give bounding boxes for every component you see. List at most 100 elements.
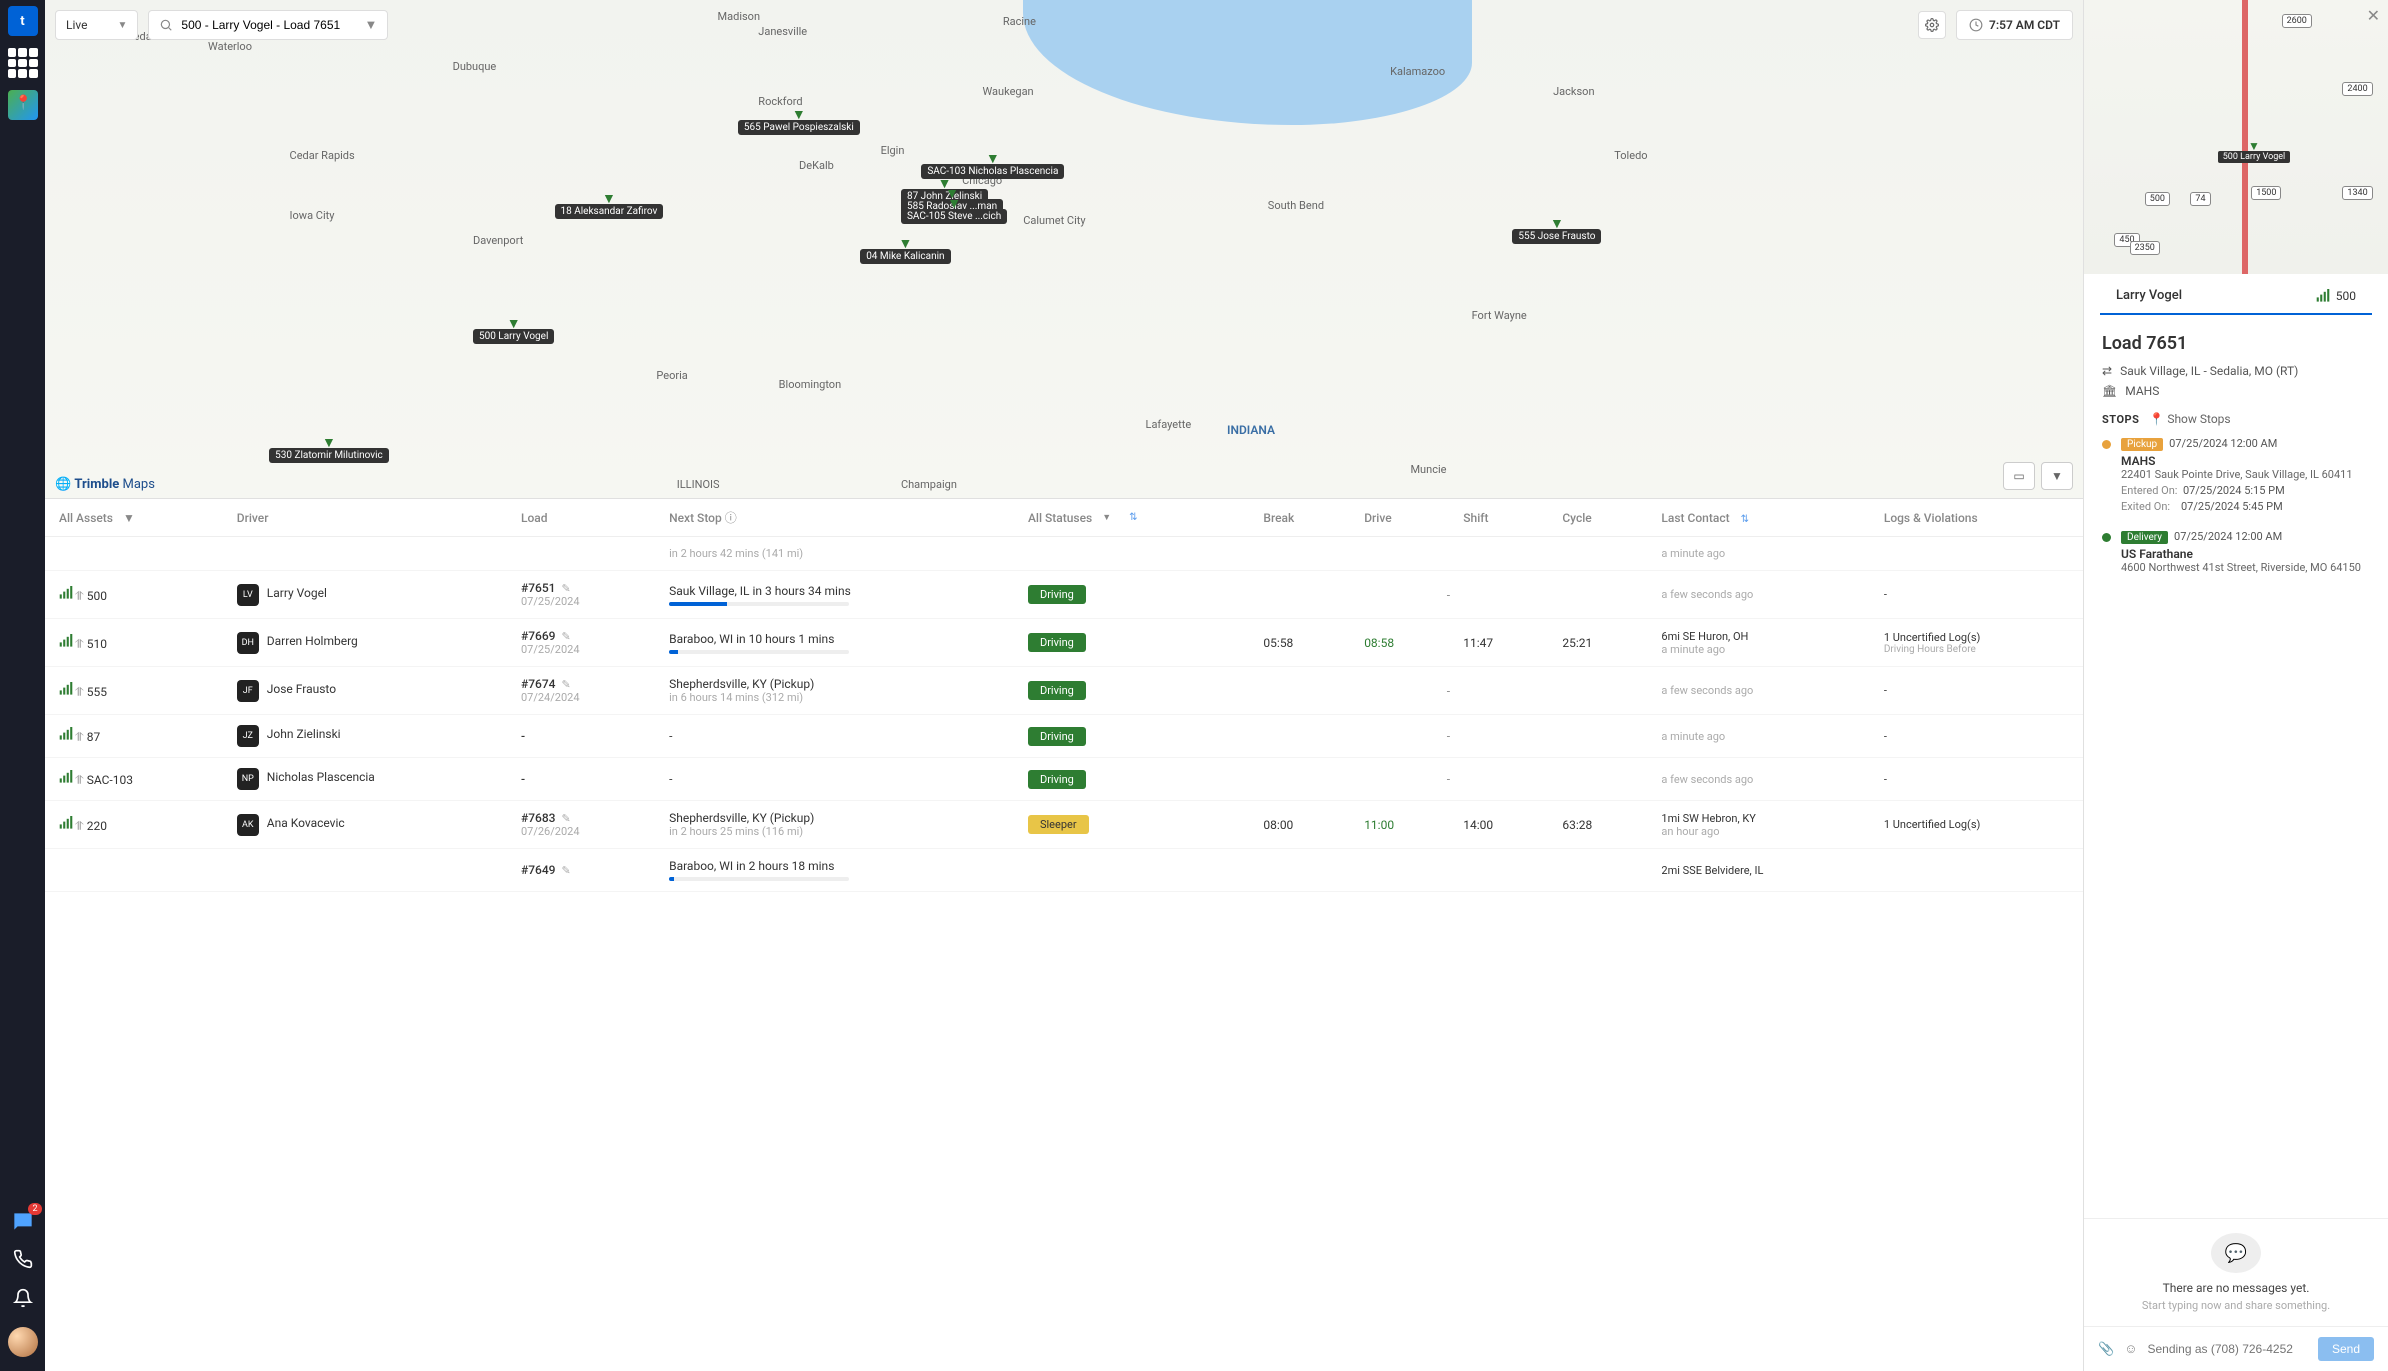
sort-icon[interactable]: ⇅ xyxy=(1129,512,1137,523)
map-app-icon[interactable] xyxy=(8,90,38,120)
wifi-icon: ⥣ xyxy=(75,685,84,699)
col-shift[interactable]: Shift xyxy=(1449,499,1548,537)
driver-map-pin[interactable]: 18 Aleksandar Zafirov xyxy=(555,204,664,219)
driver-map-pin[interactable]: 565 Pawel Pospieszalski xyxy=(738,120,860,135)
main-map[interactable]: INDIANA Cedar FallsWaterlooDubuqueRockfo… xyxy=(45,0,2083,498)
map-list-toggle[interactable]: ▭ xyxy=(2003,462,2035,490)
table-row[interactable]: ⥣ SAC-103NPNicholas Plascencia--Driving-… xyxy=(45,758,2083,801)
chat-empty-text: There are no messages yet. xyxy=(2163,1281,2310,1295)
col-next-stop[interactable]: Next Stop ⓘ xyxy=(655,499,1014,537)
show-stops-toggle[interactable]: 📍 Show Stops xyxy=(2149,412,2230,426)
edit-icon[interactable]: ✎ xyxy=(562,678,571,691)
city-label: Elgin xyxy=(881,144,905,157)
city-label: Janesville xyxy=(758,25,807,38)
stop-type-tag: Pickup xyxy=(2121,438,2163,451)
table-row[interactable]: ⥣ 555JFJose Frausto#7674✎07/24/2024Sheph… xyxy=(45,667,2083,715)
city-label: Waterloo xyxy=(208,40,252,53)
building-icon: 🏛 xyxy=(2102,384,2117,398)
stop-dot xyxy=(2102,533,2111,542)
route-shield: 1340 xyxy=(2342,186,2372,200)
city-label: Racine xyxy=(1003,15,1036,28)
chevron-down-icon: ▼ xyxy=(123,511,135,525)
table-row[interactable]: #7649✎Baraboo, WI in 2 hours 18 mins2mi … xyxy=(45,849,2083,892)
table-row[interactable]: ⥣ 500LVLarry Vogel#7651✎07/25/2024Sauk V… xyxy=(45,571,2083,619)
col-driver[interactable]: Driver xyxy=(223,499,507,537)
bell-icon[interactable] xyxy=(13,1288,33,1313)
city-label: DeKalb xyxy=(799,159,834,172)
clock-icon xyxy=(1969,18,1983,32)
send-button[interactable]: Send xyxy=(2318,1337,2374,1361)
city-label: ILLINOIS xyxy=(677,478,720,491)
stop-item[interactable]: Pickup07/25/2024 12:00 AMMAHS22401 Sauk … xyxy=(2102,436,2370,513)
status-filter-dropdown[interactable]: All Statuses ▼ ⇅ xyxy=(1028,511,1138,525)
route-shield: 500 xyxy=(2145,192,2170,206)
customer-name: MAHS xyxy=(2125,384,2159,398)
city-label: Iowa City xyxy=(290,209,335,222)
city-label: Toledo xyxy=(1614,149,1647,162)
map-expand-toggle[interactable]: ▼ xyxy=(2041,462,2073,490)
user-avatar[interactable] xyxy=(8,1327,38,1357)
stops-label: STOPS xyxy=(2102,413,2139,426)
stop-item[interactable]: Delivery07/25/2024 12:00 AMUS Farathane4… xyxy=(2102,529,2370,574)
stop-type-tag: Delivery xyxy=(2121,531,2168,544)
edit-icon[interactable]: ✎ xyxy=(562,812,571,825)
left-nav-rail: t 2 xyxy=(0,0,45,1371)
edit-icon[interactable]: ✎ xyxy=(562,630,571,643)
status-badge: Driving xyxy=(1028,770,1086,789)
asset-filter-dropdown[interactable]: All Assets ▼ xyxy=(59,511,135,525)
detail-mini-map[interactable]: 500 Larry Vogel 260024007450045023501500… xyxy=(2084,0,2388,274)
edit-icon[interactable]: ✎ xyxy=(562,864,571,877)
phone-icon[interactable] xyxy=(13,1249,33,1274)
chat-message-input[interactable] xyxy=(2147,1342,2308,1356)
info-icon: ⓘ xyxy=(725,511,737,525)
chat-badge: 2 xyxy=(28,1203,41,1215)
settings-button[interactable] xyxy=(1918,11,1946,39)
sort-icon[interactable]: ⇅ xyxy=(1741,514,1749,525)
driver-map-pin[interactable]: 500 Larry Vogel xyxy=(473,329,554,344)
table-row[interactable]: ⥣ 220AKAna Kovacevic#7683✎07/26/2024Shep… xyxy=(45,801,2083,849)
col-load[interactable]: Load xyxy=(507,499,655,537)
emoji-icon[interactable]: ☺ xyxy=(2124,1341,2137,1357)
route-shield: 2350 xyxy=(2130,241,2160,255)
wifi-icon: ⥣ xyxy=(75,819,84,833)
chat-icon[interactable]: 2 xyxy=(10,1209,36,1235)
col-drive[interactable]: Drive xyxy=(1350,499,1449,537)
city-label: Lafayette xyxy=(1146,418,1192,431)
chevron-down-icon: ▼ xyxy=(117,20,127,31)
map-branding: 🌐 Trimble Maps xyxy=(55,477,155,492)
chat-hint-text: Start typing now and share something. xyxy=(2142,1299,2330,1312)
city-label: Bloomington xyxy=(779,378,842,391)
driver-map-pin[interactable]: 04 Mike Kalicanin xyxy=(860,249,950,264)
driver-map-pin[interactable]: SAC-105 Steve ...cich xyxy=(901,209,1007,224)
driver-map-pin[interactable]: 555 Jose Frausto xyxy=(1512,229,1601,244)
close-panel-button[interactable]: ✕ xyxy=(2367,6,2380,25)
city-label: South Bend xyxy=(1268,199,1324,212)
status-badge: Driving xyxy=(1028,681,1086,700)
apps-grid-icon[interactable] xyxy=(8,48,38,78)
edit-icon[interactable]: ✎ xyxy=(562,582,571,595)
table-row[interactable]: ⥣ 510DHDarren Holmberg#7669✎07/25/2024Ba… xyxy=(45,619,2083,667)
attach-icon[interactable]: 📎 xyxy=(2098,1342,2114,1357)
col-logs[interactable]: Logs & Violations xyxy=(1870,499,2083,537)
table-row[interactable]: in 2 hours 42 mins (141 mi)a minute ago xyxy=(45,537,2083,571)
search-input[interactable] xyxy=(181,18,356,32)
status-badge: Sleeper xyxy=(1028,815,1089,834)
driver-map-pin[interactable]: 530 Zlatomir Milutinovic xyxy=(269,448,389,463)
city-label: Davenport xyxy=(473,234,523,247)
signal-icon xyxy=(59,816,73,830)
col-last-contact[interactable]: Last Contact ⇅ xyxy=(1647,499,1869,537)
signal-icon xyxy=(59,770,73,784)
app-logo-icon[interactable]: t xyxy=(8,6,38,36)
col-cycle[interactable]: Cycle xyxy=(1548,499,1647,537)
chevron-down-icon[interactable]: ▼ xyxy=(365,17,378,33)
signal-icon xyxy=(59,682,73,696)
search-box[interactable]: ▼ xyxy=(148,10,388,40)
city-label: Champaign xyxy=(901,478,957,491)
table-row[interactable]: ⥣ 87JZJohn Zielinski--Driving-a minute a… xyxy=(45,715,2083,758)
progress-bar xyxy=(669,650,849,654)
mode-label: Live xyxy=(66,18,87,32)
city-label: Waukegan xyxy=(982,85,1033,98)
detail-asset-id: 500 xyxy=(2316,289,2356,303)
mode-dropdown[interactable]: Live ▼ xyxy=(55,10,138,40)
col-break[interactable]: Break xyxy=(1249,499,1350,537)
